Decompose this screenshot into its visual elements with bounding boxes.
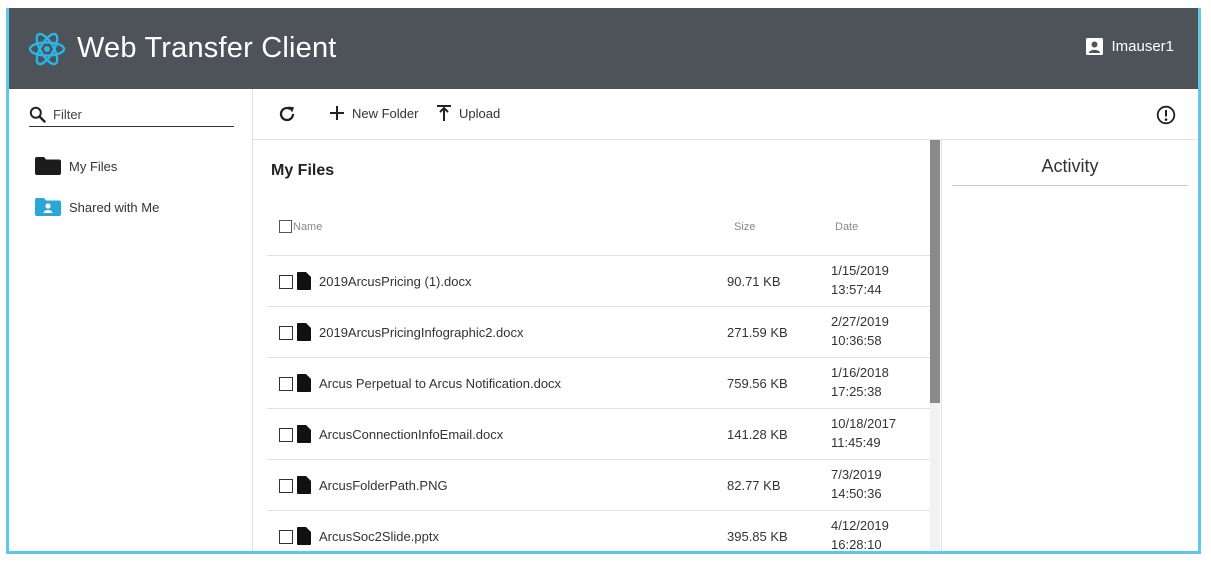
upload-icon <box>437 105 451 121</box>
app-header: Web Transfer Client Imauser1 <box>9 8 1198 89</box>
upload-button[interactable]: Upload <box>435 104 500 122</box>
file-date-day: 1/16/2018 <box>831 365 889 380</box>
table-row[interactable]: ArcusFolderPath.PNG 82.77 KB 7/3/2019 14:… <box>267 459 931 510</box>
scrollbar-thumb[interactable] <box>930 140 940 403</box>
file-icon <box>297 527 311 545</box>
file-date-day: 7/3/2019 <box>831 467 882 482</box>
file-date-time: 17:25:38 <box>831 384 882 399</box>
file-date: 4/12/2019 16:28:10 <box>831 516 911 551</box>
new-folder-label: New Folder <box>352 105 419 121</box>
file-name: ArcusSoc2Slide.pptx <box>319 529 439 544</box>
username: Imauser1 <box>1111 38 1174 55</box>
upload-label: Upload <box>459 105 501 121</box>
refresh-icon[interactable] <box>278 105 296 123</box>
row-checkbox[interactable] <box>279 275 293 289</box>
select-all-checkbox[interactable] <box>279 220 292 233</box>
filter-input[interactable] <box>53 104 231 124</box>
search-icon <box>29 106 46 123</box>
file-name: ArcusFolderPath.PNG <box>319 478 448 493</box>
sidebar-item-shared-with-me[interactable]: Shared with Me <box>35 198 159 216</box>
file-date: 1/16/2018 17:25:38 <box>831 363 911 401</box>
app-window: Web Transfer Client Imauser1 My Files <box>6 8 1201 554</box>
file-name: 2019ArcusPricing (1).docx <box>319 274 472 289</box>
new-folder-button[interactable]: New Folder <box>328 104 418 122</box>
file-icon <box>297 476 311 494</box>
alert-info-icon[interactable] <box>1156 105 1176 125</box>
row-checkbox[interactable] <box>279 530 293 544</box>
page-title: My Files <box>271 162 335 179</box>
file-icon <box>297 323 311 341</box>
file-date-time: 14:50:36 <box>831 486 882 501</box>
file-table: 2019ArcusPricing (1).docx 90.71 KB 1/15/… <box>267 255 931 551</box>
file-date-time: 11:45:49 <box>831 435 881 450</box>
activity-title: Activity <box>952 156 1188 186</box>
folder-icon <box>35 157 61 175</box>
sidebar: My Files Shared with Me <box>9 89 253 551</box>
table-row[interactable]: ArcusConnectionInfoEmail.docx 141.28 KB … <box>267 408 931 459</box>
sidebar-item-label: My Files <box>69 158 118 174</box>
row-checkbox[interactable] <box>279 377 293 391</box>
column-header-size[interactable]: Size <box>734 221 755 233</box>
file-size: 82.77 KB <box>727 478 781 493</box>
row-checkbox[interactable] <box>279 326 293 340</box>
file-size: 90.71 KB <box>727 274 781 289</box>
file-name: Arcus Perpetual to Arcus Notification.do… <box>319 376 562 391</box>
file-icon <box>297 425 311 443</box>
file-date-day: 10/18/2017 <box>831 416 897 431</box>
user-menu[interactable]: Imauser1 <box>1086 38 1174 55</box>
file-date: 7/3/2019 14:50:36 <box>831 465 911 503</box>
column-header-date[interactable]: Date <box>835 221 858 233</box>
table-row[interactable]: 2019ArcusPricingInfographic2.docx 271.59… <box>267 306 931 357</box>
sidebar-item-label: Shared with Me <box>69 199 160 215</box>
file-date-day: 2/27/2019 <box>831 314 889 329</box>
activity-panel: Activity <box>941 140 1198 551</box>
atom-logo-icon <box>28 32 66 66</box>
file-date-time: 16:28:10 <box>831 537 882 551</box>
file-size: 141.28 KB <box>727 427 788 442</box>
file-date-day: 4/12/2019 <box>831 518 889 533</box>
file-list-panel: My Files Name Size Date 2019ArcusPricing… <box>253 140 946 551</box>
user-icon <box>1086 38 1104 55</box>
table-row[interactable]: Arcus Perpetual to Arcus Notification.do… <box>267 357 931 408</box>
file-size: 271.59 KB <box>727 325 788 340</box>
file-size: 759.56 KB <box>727 376 788 391</box>
shared-folder-icon <box>35 198 61 216</box>
toolbar: New Folder Upload <box>253 89 1198 140</box>
file-date-day: 1/15/2019 <box>831 263 889 278</box>
file-name: ArcusConnectionInfoEmail.docx <box>319 427 504 442</box>
plus-icon <box>330 106 344 120</box>
filter-box <box>29 104 234 127</box>
file-icon <box>297 374 311 392</box>
file-name: 2019ArcusPricingInfographic2.docx <box>319 325 524 340</box>
file-date: 2/27/2019 10:36:58 <box>831 312 911 350</box>
sidebar-item-my-files[interactable]: My Files <box>35 157 117 175</box>
file-date: 1/15/2019 13:57:44 <box>831 261 911 299</box>
file-size: 395.85 KB <box>727 529 788 544</box>
row-checkbox[interactable] <box>279 479 293 493</box>
file-date-time: 13:57:44 <box>831 282 882 297</box>
app-title: Web Transfer Client <box>77 32 337 64</box>
table-row[interactable]: ArcusSoc2Slide.pptx 395.85 KB 4/12/2019 1… <box>267 510 931 551</box>
file-icon <box>297 272 311 290</box>
column-header-name[interactable]: Name <box>293 221 322 233</box>
table-row[interactable]: 2019ArcusPricing (1).docx 90.71 KB 1/15/… <box>267 255 931 306</box>
file-date: 10/18/2017 11:45:49 <box>831 414 911 452</box>
row-checkbox[interactable] <box>279 428 293 442</box>
file-date-time: 10:36:58 <box>831 333 882 348</box>
